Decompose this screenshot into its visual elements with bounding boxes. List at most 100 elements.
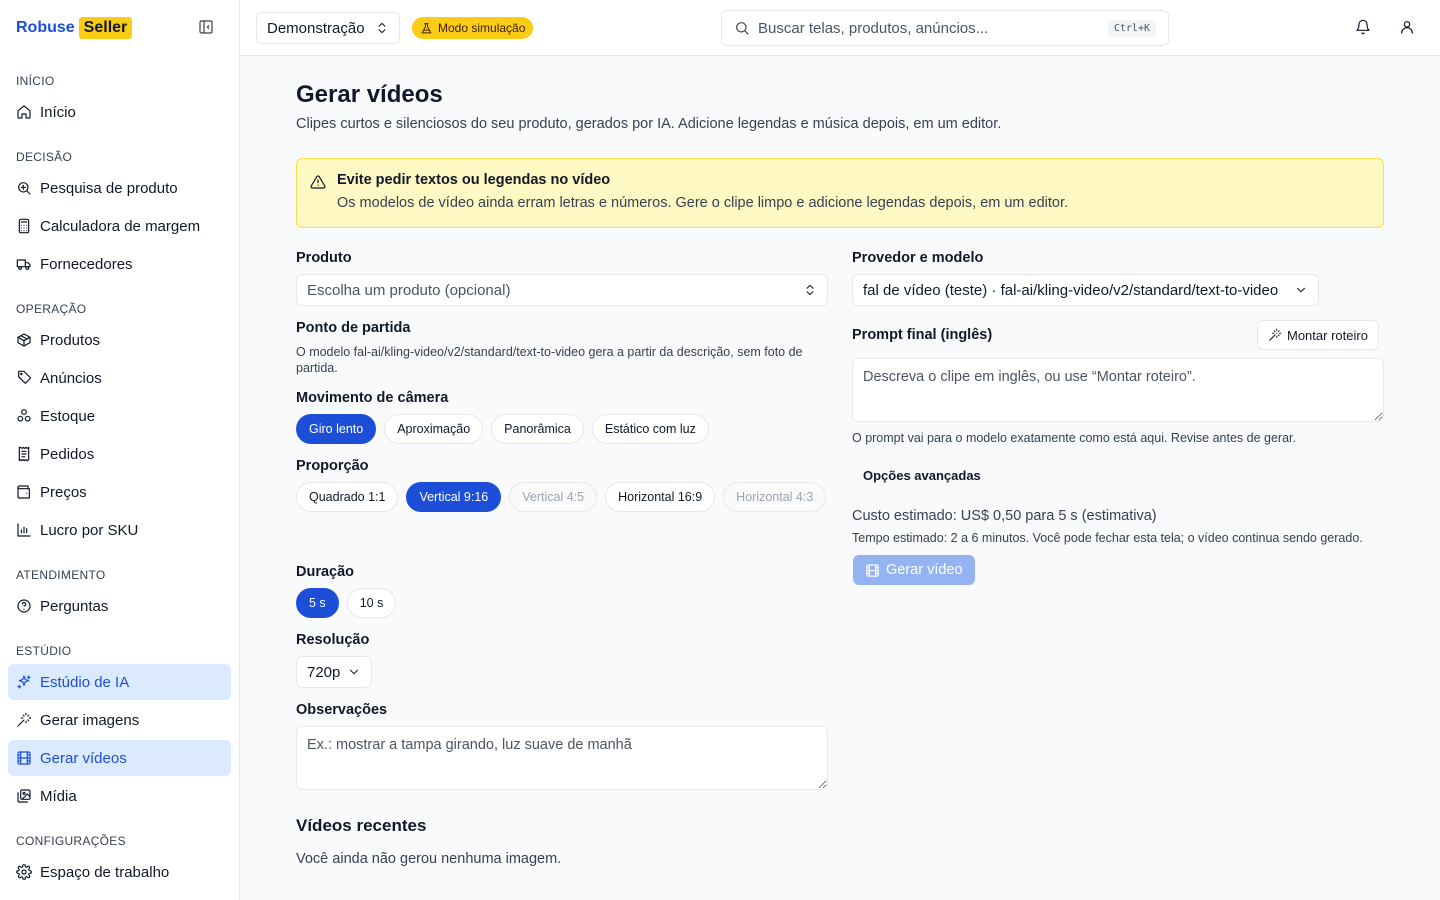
duration-label: Duração xyxy=(296,564,355,580)
simulation-badge-label: Modo simulação xyxy=(438,21,526,35)
start-point-label: Ponto de partida xyxy=(296,320,411,336)
bell-icon[interactable] xyxy=(1355,19,1371,35)
sidebar-toggle-icon[interactable] xyxy=(198,19,216,37)
option-pill[interactable]: 5 s xyxy=(296,588,339,618)
gear-icon xyxy=(16,864,32,880)
sidebar-item-label: Anúncios xyxy=(40,369,102,387)
user-icon[interactable] xyxy=(1399,19,1415,35)
sidebar-nav: INÍCIO Início DECISÃO Pesquisa de produto Ca… xyxy=(8,64,231,900)
sidebar-item-label: Início xyxy=(40,103,76,121)
prompt-textarea[interactable] xyxy=(852,358,1384,422)
option-pill[interactable]: Giro lento xyxy=(296,414,377,444)
page-subtitle: Clipes curtos e silenciosos do seu produ… xyxy=(296,116,1002,132)
brand-logo[interactable]: Robuse Seller xyxy=(16,16,133,40)
sidebar-item-label: Estúdio de IA xyxy=(40,673,130,691)
option-pill[interactable]: Aproximação xyxy=(384,414,484,444)
sidebar-item[interactable]: Pesquisa de produto xyxy=(8,170,231,206)
notes-textarea[interactable] xyxy=(296,726,828,790)
camera-label: Movimento de câmera xyxy=(296,390,449,406)
global-search[interactable]: Ctrl+K xyxy=(721,10,1169,46)
option-pill[interactable]: Vertical 9:16 xyxy=(406,482,502,512)
sidebar-item[interactable]: Calculadora de margem xyxy=(8,208,231,244)
search-input[interactable] xyxy=(758,19,1108,37)
sidebar-item[interactable]: Espaço de trabalho xyxy=(8,854,231,890)
home-icon xyxy=(16,104,32,120)
sidebar-item-label: Perguntas xyxy=(40,597,109,615)
option-pill[interactable]: Estático com luz xyxy=(591,414,709,444)
nav-section-title: ESTÚDIO xyxy=(16,644,72,658)
package-icon xyxy=(16,332,32,348)
sidebar-item-label: Gerar vídeos xyxy=(40,749,127,767)
resolution-label: Resolução xyxy=(296,632,370,648)
sidebar-item-label: Fornecedores xyxy=(40,255,133,273)
cost-estimate: Custo estimado: US$ 0,50 para 5 s (estim… xyxy=(852,508,1157,524)
sidebar-item[interactable]: Fornecedores xyxy=(8,246,231,282)
brand-badge: Seller xyxy=(78,17,133,39)
simulation-badge[interactable]: Modo simulação xyxy=(412,17,534,39)
option-pill: Horizontal 4:3 xyxy=(723,482,827,512)
duration-options: 5 s 10 s xyxy=(296,588,828,618)
sidebar-item[interactable]: Mídia xyxy=(8,778,231,814)
resolution-value: 720p xyxy=(307,663,341,681)
workspace-select[interactable]: Demonstração xyxy=(256,12,400,44)
prompt-label: Prompt final (inglês) xyxy=(852,327,993,343)
alert-triangle-icon xyxy=(310,174,326,190)
option-pill[interactable]: Horizontal 16:9 xyxy=(605,482,716,512)
sidebar-item[interactable]: Anúncios xyxy=(8,360,231,396)
nav-section-title: DECISÃO xyxy=(16,150,73,164)
sidebar-item[interactable]: Preços xyxy=(8,474,231,510)
sidebar-item-label: Espaço de trabalho xyxy=(40,863,170,881)
flask-icon xyxy=(420,22,433,35)
recent-videos-empty: Você ainda não gerou nenhuma imagem. xyxy=(296,851,562,867)
notes-label: Observações xyxy=(296,702,388,718)
nav-section-title: OPERAÇÃO xyxy=(16,302,87,316)
product-select[interactable]: Escolha um produto (opcional) xyxy=(296,274,828,306)
boxes-icon xyxy=(16,408,32,424)
sidebar-item-label: Mídia xyxy=(40,787,77,805)
build-script-button[interactable]: Montar roteiro xyxy=(1257,320,1379,350)
alert-title: Evite pedir textos ou legendas no vídeo xyxy=(337,172,611,188)
sidebar-item[interactable]: Estúdio de IA xyxy=(8,664,231,700)
sidebar-item-label: Pedidos xyxy=(40,445,95,463)
workspace-name: Demonstração xyxy=(267,19,365,37)
nav-section-gap xyxy=(8,626,231,634)
wand-icon xyxy=(1268,328,1282,342)
chevrons-up-down-icon xyxy=(375,21,389,35)
product-select-value: Escolha um produto (opcional) xyxy=(307,281,511,299)
sidebar-item-label: Estoque xyxy=(40,407,96,425)
film-icon xyxy=(16,750,32,766)
sidebar-item[interactable]: Produtos xyxy=(8,322,231,358)
option-pill[interactable]: Quadrado 1:1 xyxy=(296,482,399,512)
sidebar-item-label: Produtos xyxy=(40,331,101,349)
sidebar-item[interactable]: Pedidos xyxy=(8,436,231,472)
advanced-options-toggle[interactable]: Opções avançadas xyxy=(863,468,981,483)
sparkles-icon xyxy=(16,674,32,690)
sidebar-item[interactable]: Perguntas xyxy=(8,588,231,624)
sidebar-item[interactable]: Lucro por SKU xyxy=(8,512,231,548)
provider-select-value: fal de vídeo (teste) · fal-ai/kling-vide… xyxy=(863,281,1279,299)
nav-section-gap xyxy=(8,816,231,824)
sidebar-item[interactable]: Fiscal e custos xyxy=(8,892,231,900)
nav-section-gap xyxy=(8,284,231,292)
calculator-icon xyxy=(16,218,32,234)
film-icon xyxy=(865,563,880,578)
provider-select[interactable]: fal de vídeo (teste) · fal-ai/kling-vide… xyxy=(852,274,1319,306)
sidebar-item[interactable]: Início xyxy=(8,94,231,130)
brand-name: Robuse xyxy=(16,19,75,36)
option-pill[interactable]: Panorâmica xyxy=(491,414,584,444)
images-icon xyxy=(16,788,32,804)
nav-section-title: CONFIGURAÇÕES xyxy=(16,834,126,848)
alert-text: Os modelos de vídeo ainda erram letras e… xyxy=(337,195,1069,211)
recent-videos-title: Vídeos recentes xyxy=(296,816,427,835)
option-pill[interactable]: 10 s xyxy=(346,588,397,618)
nav-section-title: INÍCIO xyxy=(16,74,55,88)
warning-alert: Evite pedir textos ou legendas no vídeo … xyxy=(296,158,1384,228)
resolution-select[interactable]: 720p xyxy=(296,656,372,688)
provider-label: Provedor e modelo xyxy=(852,250,984,266)
sidebar-item[interactable]: Gerar imagens xyxy=(8,702,231,738)
sidebar-item-label: Gerar imagens xyxy=(40,711,140,729)
wallet-icon xyxy=(16,484,32,500)
generate-video-button[interactable]: Gerar vídeo xyxy=(853,555,975,585)
sidebar-item[interactable]: Estoque xyxy=(8,398,231,434)
sidebar-item[interactable]: Gerar vídeos xyxy=(8,740,231,776)
